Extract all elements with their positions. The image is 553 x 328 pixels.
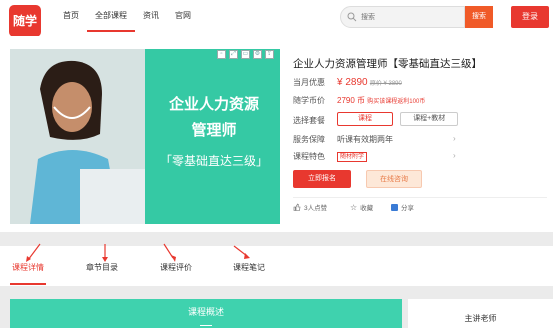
signup-button[interactable]: 立即报名 bbox=[293, 170, 351, 188]
share-box-icon bbox=[391, 203, 398, 211]
banner-subtitle: 「零基础直达三级」 bbox=[159, 154, 268, 168]
instructor-photo bbox=[10, 49, 145, 224]
divider bbox=[293, 197, 547, 198]
fullscreen-icon[interactable]: ⤢ bbox=[229, 50, 238, 59]
window-icon[interactable]: ▭ bbox=[241, 50, 250, 59]
service-label: 服务保障 bbox=[293, 135, 325, 144]
woman-laptop-illustration bbox=[10, 49, 145, 224]
search-icon bbox=[347, 12, 357, 22]
login-button[interactable]: 登录 bbox=[511, 6, 549, 28]
feature-label: 课程特色 bbox=[293, 152, 325, 161]
nav-home[interactable]: 首页 bbox=[55, 0, 87, 32]
feature-tag: 随材附学 bbox=[337, 152, 368, 162]
screenshot-icon[interactable]: ▫ bbox=[217, 50, 226, 59]
search-button[interactable]: 搜索 bbox=[465, 6, 493, 28]
thumb-up-icon bbox=[293, 203, 301, 211]
course-panel: 企业人力资源 管理师 「零基础直达三级」 ▫ ⤢ ▭ ⚙ ⇪ 企业人力资源管理师… bbox=[0, 36, 553, 232]
annotation-arrow-icon bbox=[102, 244, 108, 262]
coin-row: 随学币价 2790 币 购买该课程返利100币 bbox=[293, 95, 425, 106]
search-box bbox=[340, 6, 465, 28]
course-tabs: 课程详情 章节目录 课程评价 课程笔记 bbox=[0, 243, 553, 286]
nav-all-courses[interactable]: 全部课程 bbox=[87, 0, 135, 32]
share-label: 分享 bbox=[401, 205, 414, 212]
coin-note: 购买该课程返利100币 bbox=[367, 99, 426, 105]
price-label: 当月优惠 bbox=[293, 78, 325, 87]
course-overview-header[interactable]: 课程概述 bbox=[10, 299, 402, 328]
star-icon: ☆ bbox=[350, 202, 358, 212]
package-option-course-books[interactable]: 课程+教材 bbox=[400, 112, 459, 126]
service-value: 听课有效期两年 bbox=[337, 135, 393, 144]
course-title: 企业人力资源管理师【零基础直达三级】 bbox=[293, 58, 482, 70]
collect-label: 收藏 bbox=[360, 205, 374, 212]
active-tab-underline bbox=[10, 283, 46, 285]
coin-price: 2790 币 bbox=[337, 96, 366, 105]
service-row: 服务保障 听课有效期两年 › bbox=[293, 134, 456, 145]
current-price: ¥ 2890 bbox=[337, 77, 368, 88]
original-price: 原价 ¥ 3890 bbox=[369, 81, 402, 87]
like-action[interactable]: 3人点赞 bbox=[293, 202, 327, 212]
annotation-arrow-icon bbox=[26, 243, 41, 262]
course-video[interactable]: 企业人力资源 管理师 「零基础直达三级」 ▫ ⤢ ▭ ⚙ ⇪ bbox=[10, 49, 280, 224]
settings-icon[interactable]: ⚙ bbox=[253, 50, 262, 59]
package-label: 选择套餐 bbox=[293, 116, 325, 125]
chevron-right-icon[interactable]: › bbox=[453, 134, 456, 143]
top-header: 随学 首页 全部课程 资讯 官网 搜索 登录 bbox=[0, 0, 553, 37]
main-nav: 首页 全部课程 资讯 官网 bbox=[55, 0, 199, 36]
video-toolbar: ▫ ⤢ ▭ ⚙ ⇪ bbox=[217, 50, 274, 60]
search-input[interactable] bbox=[361, 10, 461, 24]
share-action[interactable]: 分享 bbox=[391, 202, 414, 212]
banner-title-line2: 管理师 bbox=[191, 121, 237, 139]
price-row: 当月优惠 ¥ 2890 原价 ¥ 3890 bbox=[293, 77, 402, 88]
chevron-right-icon[interactable]: › bbox=[453, 151, 456, 160]
online-consult-button[interactable]: 在线咨询 bbox=[366, 170, 422, 188]
package-row: 选择套餐 课程 课程+教材 bbox=[293, 112, 459, 126]
banner-title-line1: 企业人力资源 bbox=[168, 95, 259, 113]
collect-action[interactable]: ☆ 收藏 bbox=[350, 202, 374, 213]
coin-label: 随学币价 bbox=[293, 96, 325, 105]
share-icon[interactable]: ⇪ bbox=[265, 50, 274, 59]
annotation-arrow-icon bbox=[233, 245, 250, 259]
nav-news[interactable]: 资讯 bbox=[135, 0, 167, 32]
nav-official-site[interactable]: 官网 bbox=[167, 0, 199, 32]
feature-row: 课程特色 随材附学 › bbox=[293, 151, 456, 162]
site-logo[interactable]: 随学 bbox=[9, 5, 41, 37]
package-option-course[interactable]: 课程 bbox=[337, 112, 393, 126]
like-count: 3人点赞 bbox=[304, 205, 328, 212]
lead-teacher-header: 主讲老师 bbox=[408, 299, 553, 328]
annotation-arrow-icon bbox=[163, 243, 176, 262]
